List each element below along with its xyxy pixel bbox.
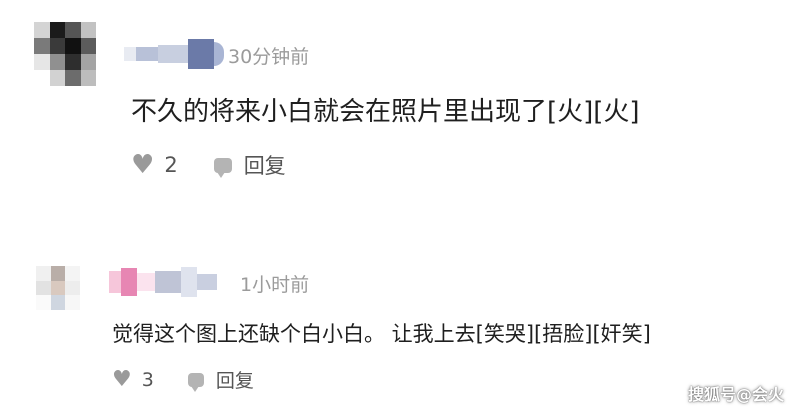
reply-button[interactable]: 回复 bbox=[244, 150, 286, 180]
comment-actions: ♥ 2 回复 bbox=[131, 150, 286, 180]
like-count: 2 bbox=[164, 153, 178, 177]
speech-bubble-icon[interactable] bbox=[187, 372, 204, 392]
avatar[interactable] bbox=[36, 266, 80, 310]
comment-item: 1小时前 觉得这个图上还缺个白小白。 让我上去[笑哭][捂脸][奸笑] ♥ 3 … bbox=[0, 250, 800, 413]
avatar[interactable] bbox=[34, 22, 96, 86]
comment-text: 不久的将来小白就会在照片里出现了[火][火] bbox=[131, 97, 640, 127]
username-blurred[interactable] bbox=[124, 38, 224, 70]
watermark: 搜狐号@会火 bbox=[687, 385, 784, 404]
heart-icon[interactable]: ♥ bbox=[112, 368, 132, 391]
username-blurred[interactable] bbox=[109, 265, 217, 299]
comment-time: 1小时前 bbox=[240, 274, 310, 296]
comment-text: 觉得这个图上还缺个白小白。 让我上去[笑哭][捂脸][奸笑] bbox=[112, 322, 651, 346]
speech-bubble-icon[interactable] bbox=[213, 157, 232, 178]
like-count: 3 bbox=[141, 368, 154, 391]
comment-time: 30分钟前 bbox=[228, 46, 310, 68]
comment-actions: ♥ 3 回复 bbox=[112, 366, 254, 393]
comment-item: 30分钟前 不久的将来小白就会在照片里出现了[火][火] ♥ 2 回复 bbox=[0, 0, 800, 200]
reply-button[interactable]: 回复 bbox=[216, 366, 254, 393]
heart-icon[interactable]: ♥ bbox=[131, 152, 154, 178]
